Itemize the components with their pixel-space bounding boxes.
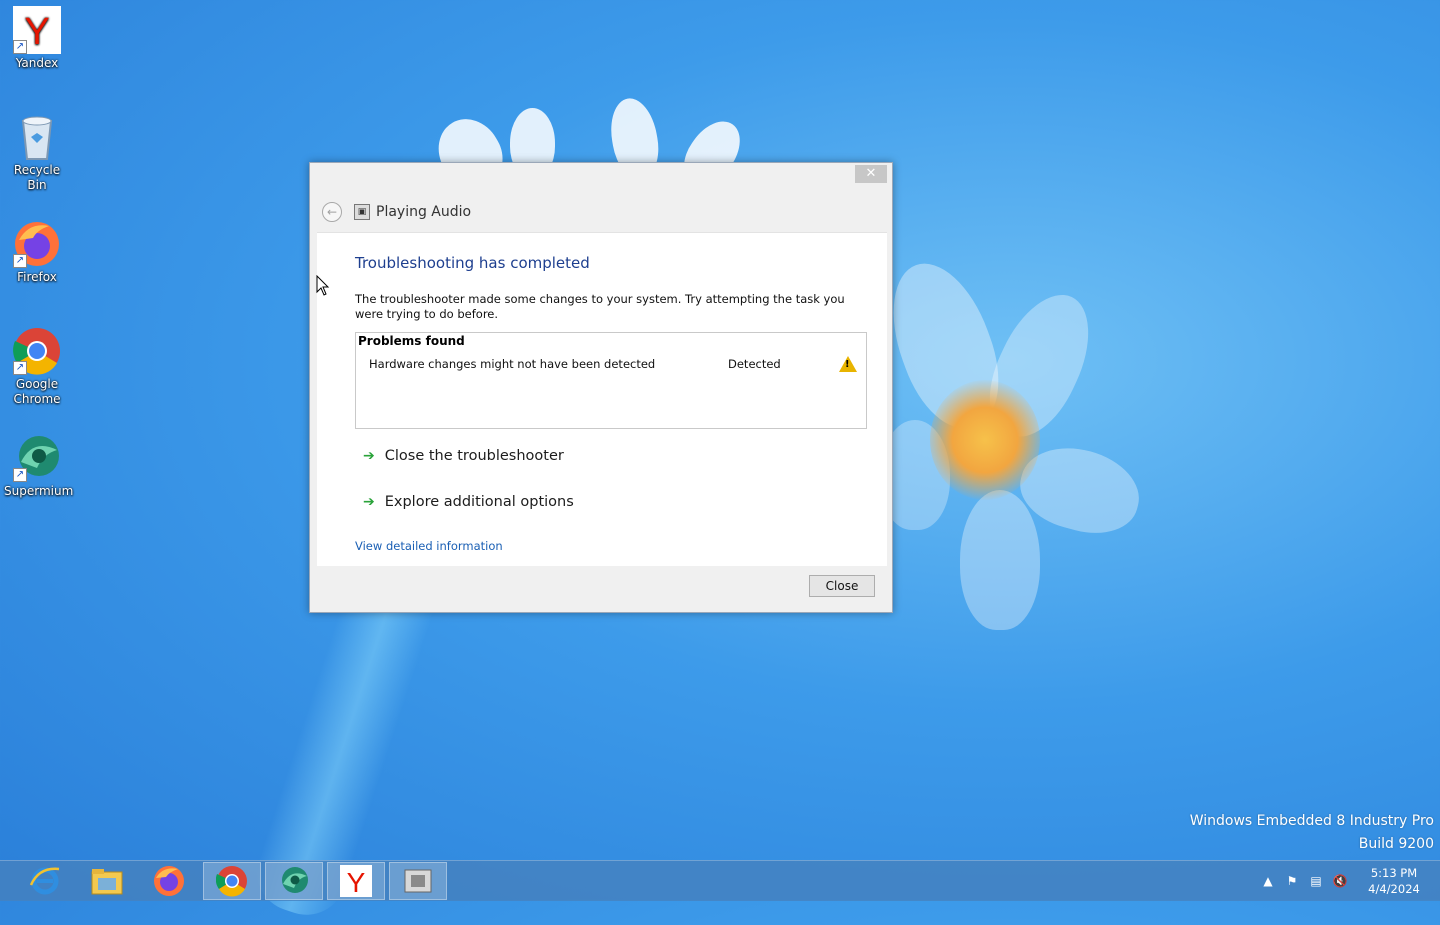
shortcut-arrow-icon: ↗ bbox=[13, 361, 27, 375]
taskbar: Y ▲ ⚑ ▤ 🔇 5:13 PM 4/4/2024 bbox=[0, 860, 1440, 901]
system-tray: ▲ ⚑ ▤ 🔇 5:13 PM 4/4/2024 bbox=[1256, 861, 1440, 901]
supermium-icon: ↗ bbox=[13, 434, 61, 482]
taskbar-file-explorer[interactable] bbox=[78, 862, 136, 900]
green-arrow-icon: ➔ bbox=[363, 494, 375, 510]
supermium-icon bbox=[282, 867, 308, 893]
action-label: Close the troubleshooter bbox=[384, 448, 564, 464]
problem-row[interactable]: Hardware changes might not have been det… bbox=[369, 356, 859, 374]
svg-text:Y: Y bbox=[24, 11, 49, 53]
desktop-icon-firefox[interactable]: ↗ Firefox bbox=[4, 220, 70, 285]
clock-date: 4/4/2024 bbox=[1368, 882, 1420, 896]
desktop-icon-label: Recycle Bin bbox=[13, 163, 61, 192]
dialog-nav-bar: ← ▣ Playing Audio bbox=[322, 201, 471, 223]
warning-icon: ! bbox=[839, 356, 857, 372]
wallpaper-petal bbox=[960, 490, 1040, 630]
show-hidden-icons-icon[interactable]: ▲ bbox=[1260, 873, 1276, 889]
taskbar-internet-explorer[interactable] bbox=[16, 862, 74, 900]
svg-text:Y: Y bbox=[347, 867, 366, 897]
problem-status: Detected bbox=[728, 357, 781, 371]
taskbar-supermium[interactable] bbox=[265, 862, 323, 900]
chrome-icon bbox=[216, 866, 247, 897]
yandex-icon: Y ↗ bbox=[13, 6, 61, 54]
dialog-description: The troubleshooter made some changes to … bbox=[355, 292, 845, 321]
recycle-bin-icon bbox=[13, 113, 61, 161]
volume-muted-icon[interactable]: 🔇 bbox=[1332, 873, 1348, 889]
desktop-icon-label: Yandex bbox=[15, 56, 59, 70]
problems-found-panel: Problems found Hardware changes might no… bbox=[355, 332, 867, 429]
taskbar-yandex[interactable]: Y bbox=[327, 862, 385, 900]
windows-watermark: Windows Embedded 8 Industry Pro Build 92… bbox=[1190, 810, 1434, 856]
wallpaper-flower-center bbox=[930, 380, 1040, 500]
clock-time: 5:13 PM bbox=[1370, 866, 1418, 880]
problem-name: Hardware changes might not have been det… bbox=[369, 357, 656, 371]
chrome-icon: ↗ bbox=[13, 327, 61, 375]
troubleshooter-icon: ▣ bbox=[354, 204, 370, 220]
troubleshooter-icon bbox=[404, 869, 432, 893]
dialog-nav-title: Playing Audio bbox=[376, 204, 472, 220]
action-center-flag-icon[interactable]: ⚑ bbox=[1284, 873, 1300, 889]
network-icon[interactable]: ▤ bbox=[1308, 873, 1324, 889]
desktop-icon-yandex[interactable]: Y ↗ Yandex bbox=[4, 6, 70, 71]
dialog-content: Troubleshooting has completed The troubl… bbox=[317, 232, 887, 566]
shortcut-arrow-icon: ↗ bbox=[13, 40, 27, 54]
firefox-icon: ↗ bbox=[13, 220, 61, 268]
desktop-icon-label: Google Chrome bbox=[13, 377, 61, 406]
desktop-icon-label: Supermium bbox=[4, 484, 74, 498]
explore-options-option[interactable]: ➔ Explore additional options bbox=[363, 491, 574, 513]
desktop-icon-recycle-bin[interactable]: Recycle Bin bbox=[4, 113, 70, 193]
view-detailed-info-link[interactable]: View detailed information bbox=[355, 539, 503, 553]
shortcut-arrow-icon: ↗ bbox=[13, 254, 27, 268]
mouse-cursor-icon bbox=[316, 275, 330, 296]
taskbar-chrome[interactable] bbox=[203, 862, 261, 900]
problems-found-title: Problems found bbox=[358, 334, 465, 348]
green-arrow-icon: ➔ bbox=[363, 448, 375, 464]
internet-explorer-icon bbox=[29, 867, 60, 895]
action-label: Explore additional options bbox=[384, 494, 574, 510]
close-troubleshooter-option[interactable]: ➔ Close the troubleshooter bbox=[363, 445, 564, 467]
desktop-icon-supermium[interactable]: ↗ Supermium bbox=[4, 434, 74, 499]
taskbar-firefox[interactable] bbox=[140, 862, 198, 900]
folder-icon bbox=[91, 869, 123, 895]
dialog-heading: Troubleshooting has completed bbox=[355, 254, 590, 272]
back-arrow-icon[interactable]: ← bbox=[322, 202, 342, 222]
troubleshooter-dialog: ✕ ← ▣ Playing Audio Troubleshooting has … bbox=[309, 162, 893, 613]
shortcut-arrow-icon: ↗ bbox=[13, 468, 27, 482]
yandex-icon: Y bbox=[340, 865, 372, 897]
taskbar-troubleshooter[interactable] bbox=[389, 862, 447, 900]
close-button[interactable]: Close bbox=[809, 575, 875, 597]
desktop-icon-label: Firefox bbox=[17, 270, 57, 284]
clock[interactable]: 5:13 PM 4/4/2024 bbox=[1362, 865, 1426, 897]
watermark-edition: Windows Embedded 8 Industry Pro bbox=[1189, 813, 1434, 829]
window-close-button[interactable]: ✕ bbox=[855, 165, 887, 183]
desktop-icon-google-chrome[interactable]: ↗ Google Chrome bbox=[4, 327, 70, 407]
firefox-icon bbox=[154, 866, 184, 896]
watermark-build: Build 9200 bbox=[1358, 836, 1434, 852]
